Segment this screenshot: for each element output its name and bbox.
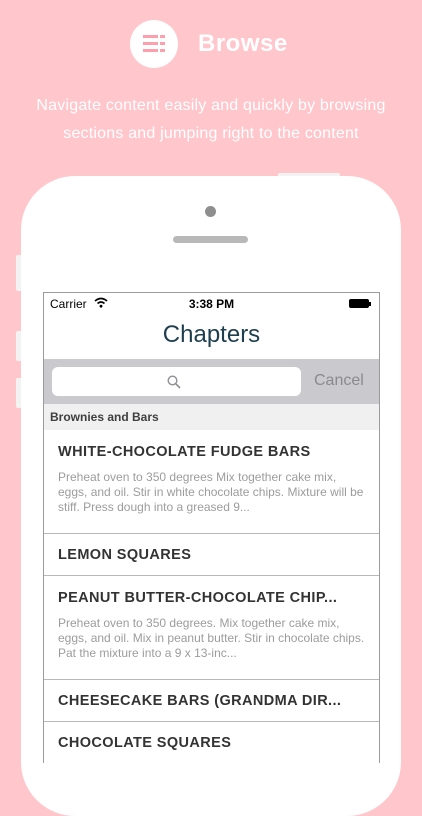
list-item[interactable]: PEANUT BUTTER-CHOCOLATE CHIP... Preheat … <box>44 576 379 680</box>
list-item-description: Preheat oven to 350 degrees Mix together… <box>58 470 364 514</box>
list-item-title: CHOCOLATE SQUARES <box>58 735 232 751</box>
navigation-bar: Chapters <box>44 315 379 359</box>
phone-screen: Carrier 3:38 PM Chapters Cancel Brownies… <box>43 292 380 763</box>
status-bar: Carrier 3:38 PM <box>44 293 379 315</box>
status-time: 3:38 PM <box>188 297 235 311</box>
list-item[interactable]: WHITE-CHOCOLATE FUDGE BARS Preheat oven … <box>44 430 379 534</box>
hero-title: Browse <box>198 30 288 57</box>
section-header: Brownies and Bars <box>44 404 379 430</box>
hero-subtitle-line2: sections and jumping right to the conten… <box>63 125 359 142</box>
phone-speaker <box>173 236 248 243</box>
page-title: Chapters <box>162 321 261 348</box>
list-item[interactable]: CHOCOLATE SQUARES <box>44 722 379 763</box>
list-item-description: Preheat oven to 350 degrees. Mix togethe… <box>58 616 365 660</box>
search-input[interactable] <box>52 367 301 396</box>
list-item[interactable]: CHEESECAKE BARS (GRANDMA DIR... <box>44 680 379 722</box>
list-item-title: LEMON SQUARES <box>58 547 192 563</box>
list-item-title: WHITE-CHOCOLATE FUDGE BARS <box>58 444 311 460</box>
hero-subtitle-line1: Navigate content easily and quickly by b… <box>36 97 386 114</box>
battery-icon <box>349 299 371 308</box>
list-item-title: CHEESECAKE BARS (GRANDMA DIR... <box>58 693 342 709</box>
browse-icon-badge <box>130 20 178 68</box>
list-menu-icon <box>143 35 165 52</box>
list-item-title: PEANUT BUTTER-CHOCOLATE CHIP... <box>58 590 338 606</box>
search-field[interactable] <box>52 367 301 396</box>
list-item[interactable]: LEMON SQUARES <box>44 534 379 576</box>
cancel-button[interactable]: Cancel <box>314 372 364 390</box>
search-bar: Cancel <box>44 359 379 404</box>
hero-subtitle: Navigate content easily and quickly by b… <box>0 92 422 148</box>
camera-dot <box>205 206 216 217</box>
